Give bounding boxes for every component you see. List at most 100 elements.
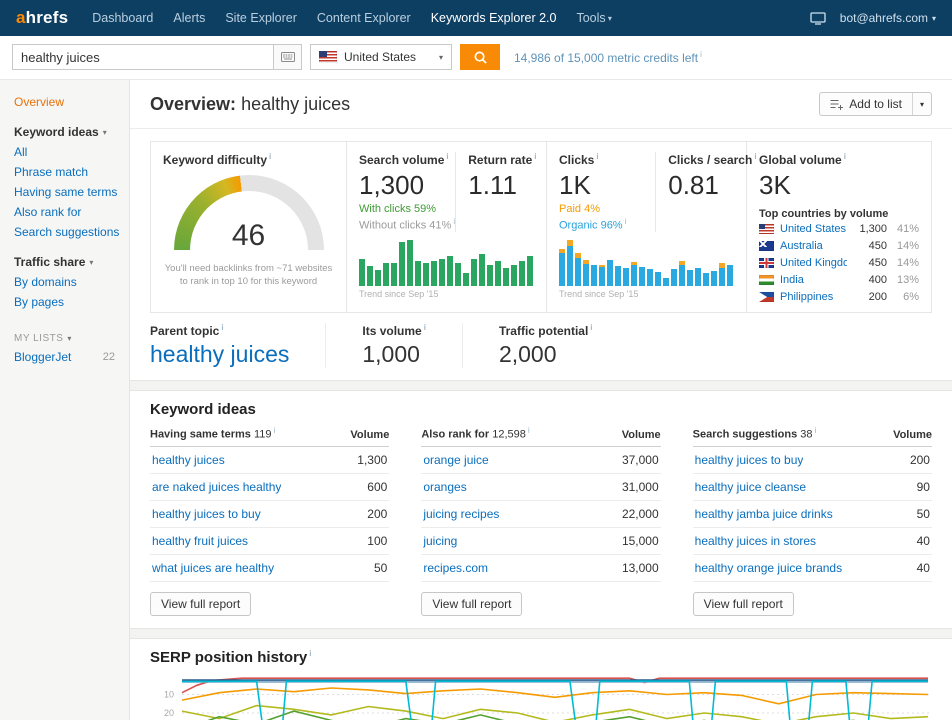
keyword-link[interactable]: recipes.com: [423, 561, 488, 575]
account-email: bot@ahrefs.com: [840, 11, 928, 25]
search-button[interactable]: [460, 44, 500, 70]
keyword-row: healthy juices1,300: [150, 447, 389, 474]
volume-bar: [383, 263, 389, 286]
country-link[interactable]: United Kingdom: [780, 257, 847, 269]
info-icon: i: [424, 323, 426, 332]
country-link[interactable]: United States: [780, 223, 847, 235]
info-icon: i: [446, 152, 448, 161]
volume-bar: [471, 259, 477, 286]
keyword-volume: 100: [367, 534, 387, 548]
country-link[interactable]: Australia: [780, 240, 847, 252]
nav-item-site-explorer[interactable]: Site Explorer: [225, 11, 297, 25]
nav-item-dashboard[interactable]: Dashboard: [92, 11, 153, 25]
keyword-link[interactable]: juicing recipes: [423, 507, 499, 521]
add-to-list-main[interactable]: Add to list: [820, 93, 912, 115]
info-icon: i: [596, 152, 598, 161]
country-volume: 200: [853, 291, 887, 303]
volume-bar: [423, 263, 429, 286]
keyword-link[interactable]: healthy fruit juices: [152, 534, 248, 548]
academy-icon[interactable]: [810, 12, 826, 25]
sidebar-item-label: Traffic share: [14, 255, 85, 269]
view-full-report-button[interactable]: View full report: [150, 592, 251, 616]
sidebar-item-bloggerjet[interactable]: BloggerJet22: [0, 347, 129, 367]
add-to-list-caret[interactable]: ▾: [912, 93, 931, 115]
sidebar-item-label: All: [14, 145, 27, 159]
volume-bar: [367, 266, 373, 285]
keyword-row: what juices are healthy 50: [150, 555, 389, 582]
sidebar-item-also-rank-for[interactable]: Also rank for: [0, 202, 129, 222]
info-icon: i: [273, 426, 275, 435]
keyword-link[interactable]: orange juice: [423, 453, 488, 467]
nav-item-alerts[interactable]: Alerts: [173, 11, 205, 25]
volume-bar: [455, 263, 461, 286]
sidebar-item-having-same-terms[interactable]: Having same terms: [0, 182, 129, 202]
without-clicks: Without clicks 41%i: [359, 217, 455, 232]
country-select[interactable]: United States ▾: [310, 44, 452, 70]
sidebar-item-overview[interactable]: Overview: [0, 92, 129, 112]
sidebar-item-keyword-ideas[interactable]: Keyword ideas▾: [0, 122, 129, 142]
keyword-volume: 50: [374, 561, 387, 575]
info-icon: i: [221, 323, 223, 332]
serp-section: SERP position historyi 10203040: [130, 639, 952, 720]
nav-item-content-explorer[interactable]: Content Explorer: [317, 11, 411, 25]
flag-us-icon: [319, 51, 337, 63]
sidebar-item-phrase-match[interactable]: Phrase match: [0, 162, 129, 182]
keyword-link[interactable]: healthy juices: [152, 453, 225, 467]
account-menu[interactable]: bot@ahrefs.com ▾: [840, 11, 936, 25]
view-full-report-button[interactable]: View full report: [693, 592, 794, 616]
ahrefs-logo[interactable]: ahrefs: [16, 8, 68, 28]
main-content: Overview: healthy juices Add to list ▾ K…: [130, 80, 952, 720]
section-divider: [130, 628, 952, 639]
keyword-link[interactable]: healthy jamba juice drinks: [695, 507, 833, 521]
view-full-report-button[interactable]: View full report: [421, 592, 522, 616]
sidebar-item-search-suggestions[interactable]: Search suggestions: [0, 222, 129, 242]
keyword-link[interactable]: healthy juices to buy: [695, 453, 804, 467]
volume-bar: [439, 259, 445, 286]
keyword-search-input[interactable]: [12, 44, 274, 70]
sidebar-item-by-domains[interactable]: By domains: [0, 272, 129, 292]
nav-item-tools[interactable]: Tools ▾: [576, 11, 611, 25]
keyboard-button[interactable]: [274, 44, 302, 70]
keyword-link[interactable]: what juices are healthy: [152, 561, 274, 575]
logo-a: a: [16, 8, 26, 27]
keyword-row: juicing recipes22,000: [421, 501, 660, 528]
page-title: Overview: healthy juices: [150, 94, 350, 115]
country-volume: 450: [853, 257, 887, 269]
clicks-bar: [695, 240, 701, 286]
paid-clicks: Paid 4%: [559, 203, 655, 215]
search-volume-bars: [359, 240, 534, 286]
keyword-link[interactable]: healthy juices to buy: [152, 507, 261, 521]
country-link[interactable]: Philippines: [780, 291, 847, 303]
clicks-bar: [671, 240, 677, 286]
clicks-bar: [559, 240, 565, 286]
clicks-bar: [567, 240, 573, 286]
organic-segment: [607, 260, 613, 285]
keyword-row: recipes.com13,000: [421, 555, 660, 582]
keyword-difficulty-gauge: 46: [174, 175, 324, 255]
serp-series-orange: [182, 688, 928, 704]
clicks-per-search-value: 0.81: [668, 170, 734, 201]
parent-topic-link[interactable]: healthy juices: [150, 341, 289, 368]
sidebar-item-traffic-share[interactable]: Traffic share▾: [0, 252, 129, 272]
flag-ph-icon: [759, 292, 774, 302]
country-link[interactable]: India: [780, 274, 847, 286]
keyword-link[interactable]: healthy juice cleanse: [695, 480, 806, 494]
clicks-bar: [631, 240, 637, 286]
sidebar-item-my-lists[interactable]: MY LISTS▾: [0, 330, 129, 347]
flag-au-icon: [759, 241, 774, 251]
keyword-link[interactable]: healthy juices in stores: [695, 534, 816, 548]
sidebar-item-by-pages[interactable]: By pages: [0, 292, 129, 312]
table-title-group: Search suggestions 38i: [693, 426, 817, 441]
clicks-label: Clicksi: [559, 152, 655, 167]
chevron-down-icon: ▾: [932, 14, 936, 23]
nav-item-keywords-explorer-2-0[interactable]: Keywords Explorer 2.0: [431, 11, 557, 25]
sidebar-item-all[interactable]: All: [0, 142, 129, 162]
keyword-link[interactable]: juicing: [423, 534, 457, 548]
keyword-link[interactable]: oranges: [423, 480, 466, 494]
logo-rest: hrefs: [26, 8, 69, 27]
keyword-link[interactable]: healthy orange juice brands: [695, 561, 842, 575]
organic-segment: [615, 266, 621, 285]
clicks-bar: [639, 240, 645, 286]
organic-segment: [711, 271, 717, 286]
keyword-link[interactable]: are naked juices healthy: [152, 480, 281, 494]
